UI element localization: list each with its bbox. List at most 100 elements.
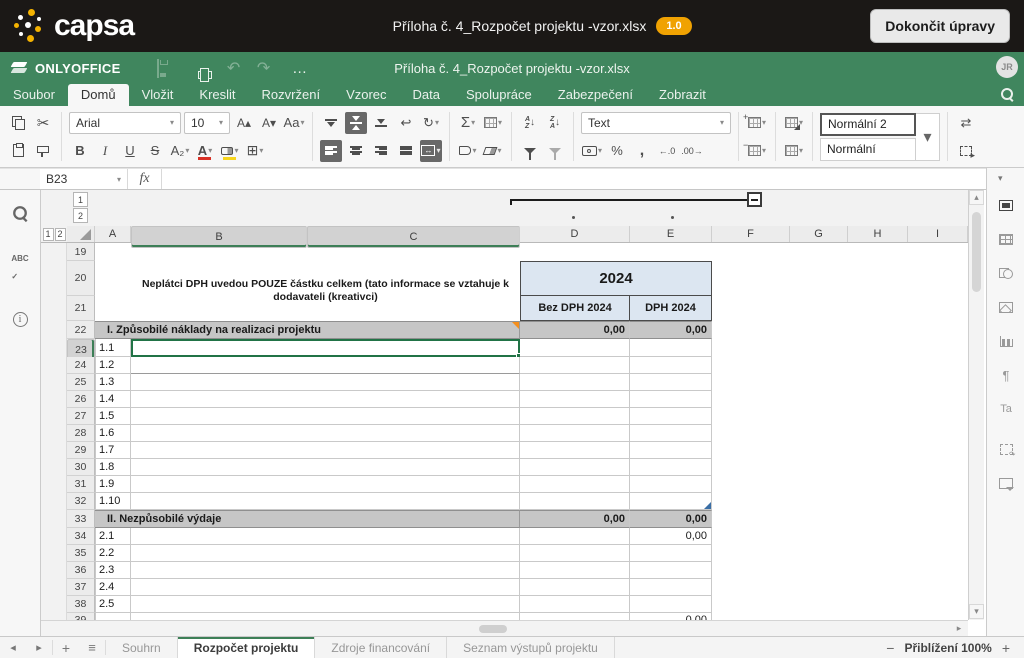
cell-e[interactable] bbox=[630, 476, 712, 493]
select-all-button[interactable] bbox=[955, 140, 977, 162]
cell-style-normal[interactable]: Normální bbox=[820, 138, 916, 161]
cell-e[interactable] bbox=[630, 579, 712, 596]
select-all-corner[interactable] bbox=[67, 226, 95, 242]
scroll-down-button[interactable]: ▾ bbox=[969, 604, 984, 619]
cell-styles-expand-button[interactable]: ▾ bbox=[916, 113, 940, 161]
cut-button[interactable]: ✂ bbox=[32, 112, 54, 134]
year-header-cell[interactable]: 2024 bbox=[520, 261, 712, 296]
redo-button[interactable]: ↷ bbox=[251, 58, 277, 78]
more-actions-button[interactable]: … bbox=[287, 60, 313, 77]
align-right-button[interactable] bbox=[370, 140, 392, 162]
cell-bc[interactable] bbox=[131, 374, 520, 391]
paste-button[interactable] bbox=[7, 140, 29, 162]
cell-d[interactable] bbox=[520, 545, 630, 562]
percent-style-button[interactable]: % bbox=[606, 140, 628, 162]
delete-cells-button[interactable]: ▾ bbox=[746, 140, 768, 162]
row-header[interactable]: 34 bbox=[67, 528, 95, 545]
cell-bc[interactable] bbox=[131, 408, 520, 425]
note-cell[interactable]: Neplátci DPH uvedou POUZE částku celkem … bbox=[131, 261, 520, 321]
subheader-dph[interactable]: DPH 2024 bbox=[630, 296, 712, 321]
pivot-table-settings-icon[interactable] bbox=[997, 474, 1015, 492]
change-case-button[interactable]: Aa▾ bbox=[283, 112, 305, 134]
orientation-button[interactable]: ↻▾ bbox=[420, 112, 442, 134]
spellcheck-icon[interactable]: ABC✓ bbox=[11, 248, 28, 284]
cell-e[interactable] bbox=[630, 425, 712, 442]
cell-d[interactable] bbox=[520, 243, 630, 261]
cell-d[interactable] bbox=[520, 459, 630, 476]
scroll-up-button[interactable]: ▴ bbox=[969, 190, 984, 205]
row-header[interactable]: 29 bbox=[67, 442, 95, 459]
vertical-scrollbar[interactable]: ▴ ▾ bbox=[968, 190, 984, 620]
table-settings-icon[interactable] bbox=[997, 230, 1015, 248]
tab-rozvrzeni[interactable]: Rozvržení bbox=[249, 84, 334, 106]
cell-d[interactable] bbox=[520, 339, 630, 357]
align-left-button[interactable] bbox=[320, 140, 342, 162]
cell-bc[interactable] bbox=[131, 613, 520, 620]
cell-e[interactable] bbox=[630, 562, 712, 579]
underline-button[interactable]: U bbox=[119, 140, 141, 162]
font-size-select[interactable]: 10▾ bbox=[184, 112, 230, 134]
cell-e[interactable] bbox=[630, 545, 712, 562]
cell-bc[interactable] bbox=[131, 442, 520, 459]
add-sheet-button[interactable]: + bbox=[53, 637, 79, 658]
wrap-text-button[interactable]: ↩ bbox=[395, 112, 417, 134]
image-settings-icon[interactable] bbox=[997, 298, 1015, 316]
column-header-h[interactable]: H bbox=[848, 226, 908, 242]
tab-zabezpeceni[interactable]: Zabezpečení bbox=[545, 84, 646, 106]
column-header-i[interactable]: I bbox=[908, 226, 968, 242]
undo-button[interactable]: ↶ bbox=[221, 58, 247, 78]
cell-a[interactable]: 1.6 bbox=[95, 425, 131, 442]
formula-input[interactable] bbox=[162, 169, 986, 189]
search-icon[interactable] bbox=[1000, 87, 1014, 101]
italic-button[interactable]: I bbox=[94, 140, 116, 162]
sheet-tab-seznam-vystupu[interactable]: Seznam výstupů projektu bbox=[447, 637, 615, 658]
insert-function-button[interactable]: fx bbox=[128, 169, 162, 189]
cell-a[interactable]: 1.10 bbox=[95, 493, 131, 510]
row-header[interactable]: 38 bbox=[67, 596, 95, 613]
paragraph-settings-icon[interactable]: ¶ bbox=[997, 366, 1015, 384]
cell-bc[interactable] bbox=[131, 493, 520, 510]
valign-bottom-button[interactable] bbox=[370, 112, 392, 134]
cell-e[interactable]: 0,00 bbox=[630, 613, 712, 620]
row-outline-level-2[interactable]: 2 bbox=[55, 228, 66, 241]
col-outline-level-2[interactable]: 2 bbox=[73, 208, 88, 223]
cell-e[interactable] bbox=[630, 374, 712, 391]
row-header[interactable]: 21 bbox=[67, 296, 95, 321]
cell-a[interactable] bbox=[95, 261, 131, 321]
column-header-d[interactable]: D bbox=[520, 226, 630, 242]
row-header[interactable]: 24 bbox=[67, 357, 95, 374]
slicer-settings-icon[interactable] bbox=[997, 440, 1015, 458]
cell-a[interactable]: 1.7 bbox=[95, 442, 131, 459]
row-header[interactable]: 27 bbox=[67, 408, 95, 425]
user-avatar[interactable]: JR bbox=[996, 56, 1018, 78]
cell-d[interactable] bbox=[520, 374, 630, 391]
borders-button[interactable]: ⊞▾ bbox=[244, 140, 266, 162]
cell-a[interactable]: 2.3 bbox=[95, 562, 131, 579]
cell-e[interactable] bbox=[630, 408, 712, 425]
finish-editing-button[interactable]: Dokončit úpravy bbox=[870, 9, 1010, 43]
cell-a[interactable]: 1.2 bbox=[95, 357, 131, 374]
cell-e[interactable] bbox=[630, 391, 712, 408]
row-header[interactable]: 37 bbox=[67, 579, 95, 596]
row-header[interactable]: 26 bbox=[67, 391, 95, 408]
search-panel-icon[interactable] bbox=[12, 205, 28, 221]
row-header[interactable]: 25 bbox=[67, 374, 95, 391]
tab-kreslit[interactable]: Kreslit bbox=[186, 84, 248, 106]
info-icon[interactable]: i bbox=[13, 312, 28, 327]
cell-bc[interactable] bbox=[131, 425, 520, 442]
clear-button[interactable]: ▾ bbox=[482, 140, 504, 162]
sheet-tab-rozpocet-projektu[interactable]: Rozpočet projektu bbox=[178, 637, 316, 658]
cell-bc[interactable] bbox=[131, 357, 520, 374]
tab-vzorec[interactable]: Vzorec bbox=[333, 84, 399, 106]
sort-ascending-button[interactable]: AZ↓ bbox=[519, 112, 541, 134]
cell-e[interactable]: 0,00 bbox=[630, 528, 712, 545]
tab-spoluprace[interactable]: Spolupráce bbox=[453, 84, 545, 106]
cell-e[interactable] bbox=[630, 596, 712, 613]
tab-data[interactable]: Data bbox=[400, 84, 453, 106]
cell-a[interactable] bbox=[95, 243, 131, 261]
cell-d[interactable] bbox=[520, 562, 630, 579]
cell-a[interactable]: 1.4 bbox=[95, 391, 131, 408]
conditional-formatting-button[interactable]: ▾ bbox=[783, 112, 805, 134]
justify-button[interactable] bbox=[395, 140, 417, 162]
cell-a[interactable]: 2.1 bbox=[95, 528, 131, 545]
